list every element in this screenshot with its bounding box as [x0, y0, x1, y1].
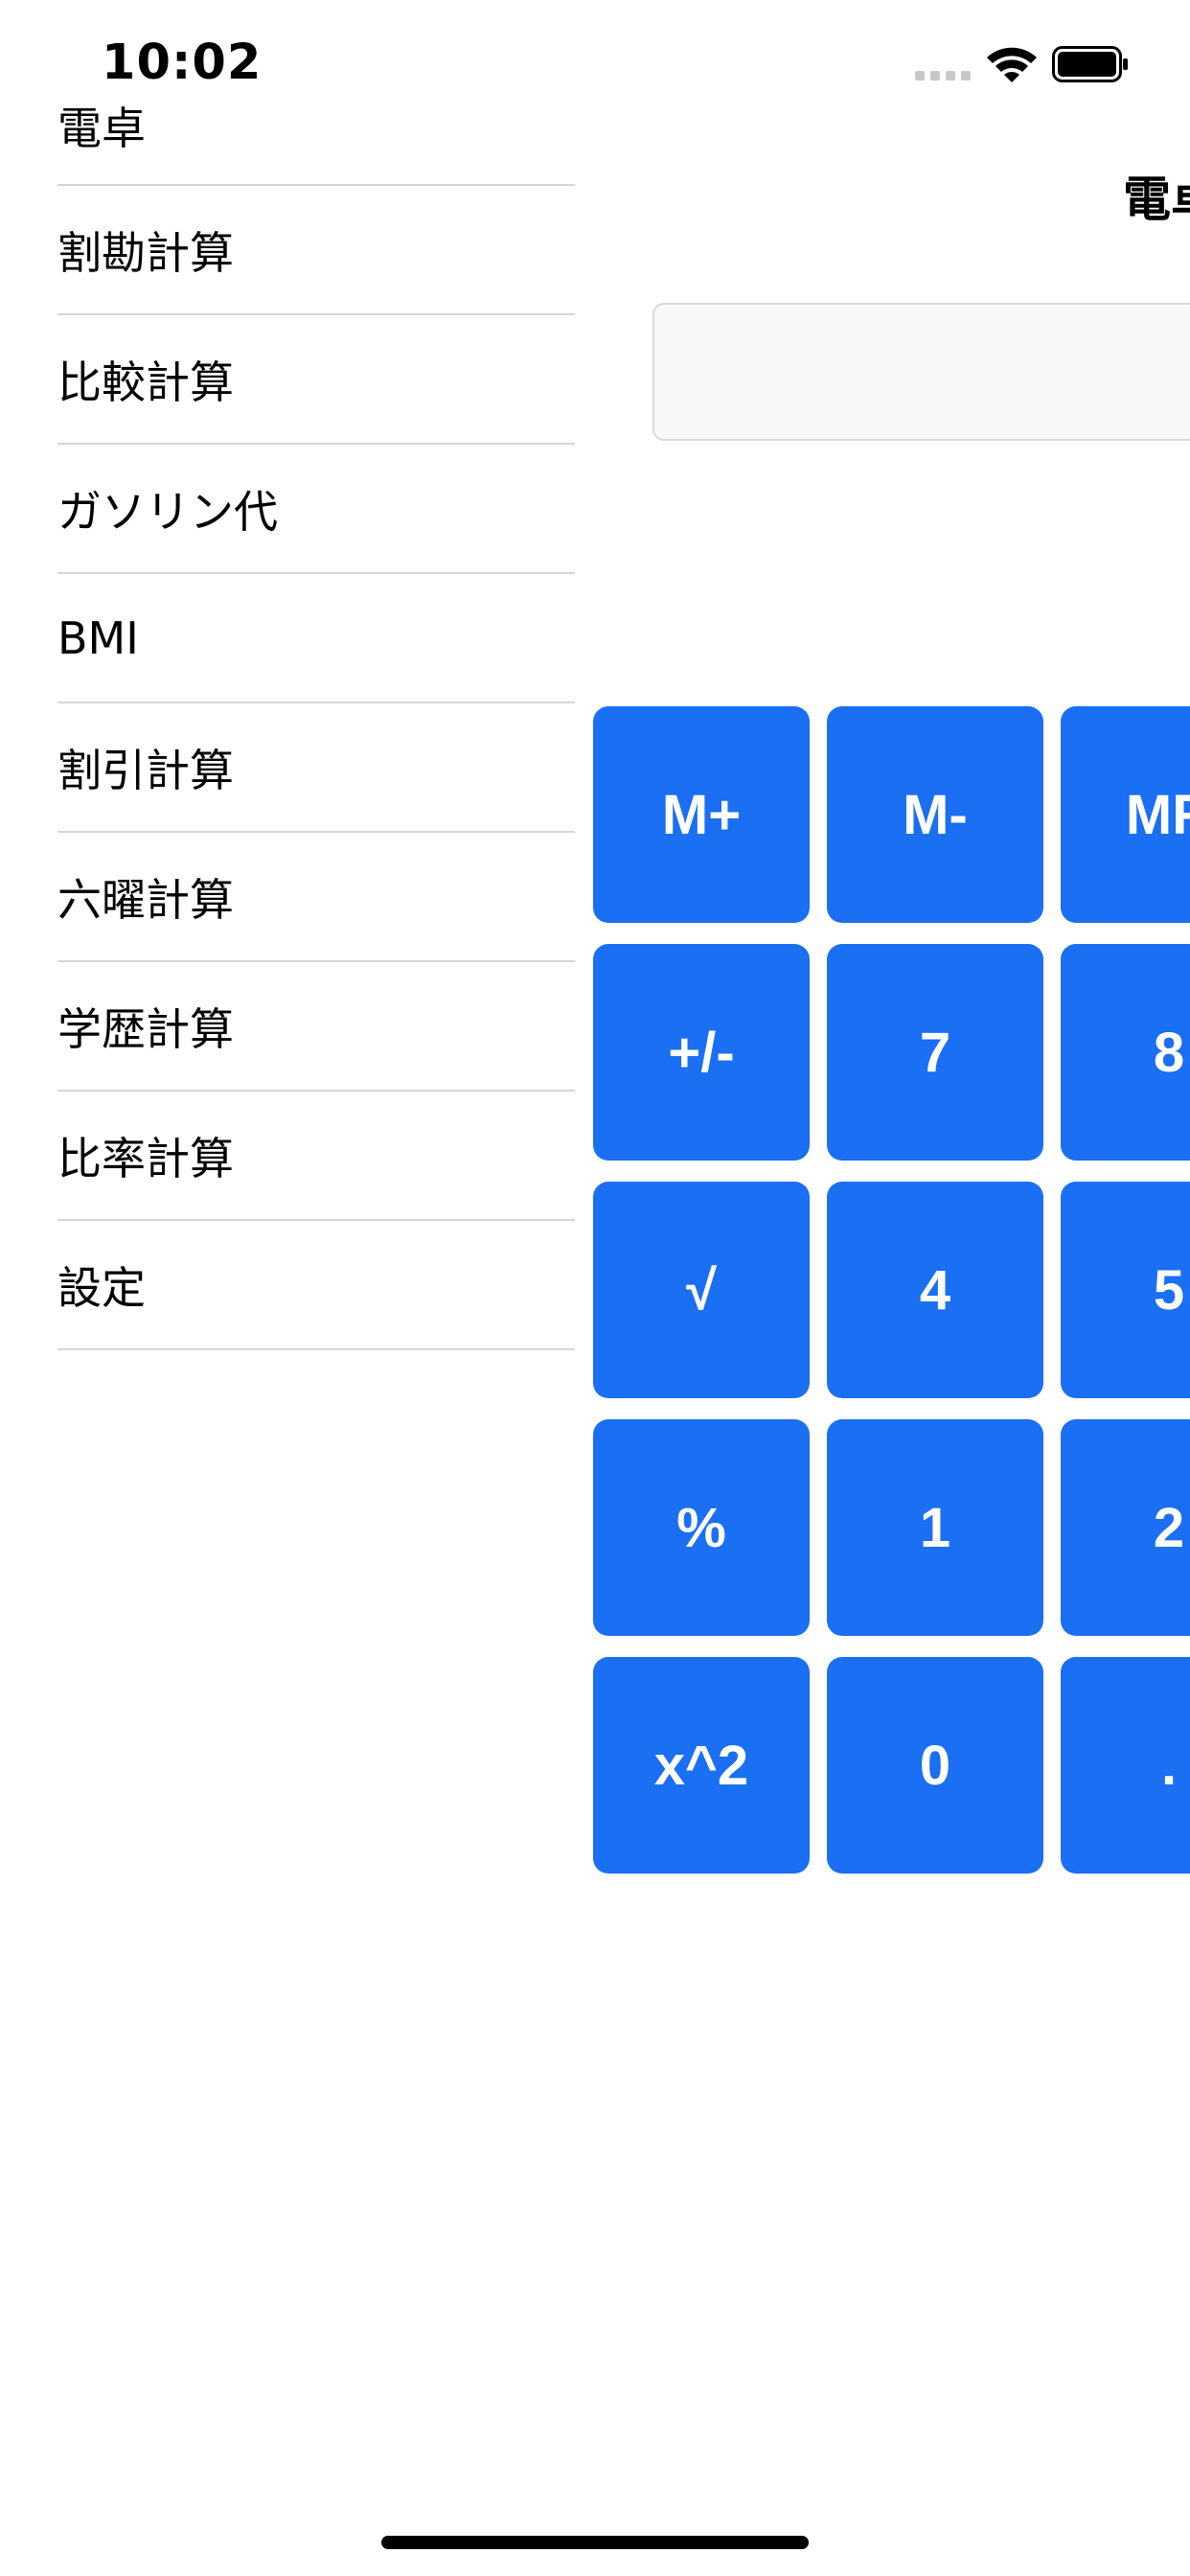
page-title: 電卓: [1123, 172, 1190, 227]
square-key[interactable]: x^2: [593, 1657, 810, 1874]
digit-1-key[interactable]: 1: [827, 1419, 1043, 1636]
home-indicator[interactable]: [381, 2536, 809, 2549]
decimal-point-key[interactable]: .: [1061, 1657, 1190, 1874]
digit-7-key[interactable]: 7: [827, 944, 1043, 1161]
cellular-signal-icon: [915, 71, 971, 80]
app-screen: 10:02 電卓 割勘計算 比較計算 ガソリン代 BMI 割引計算 六曜計算 学…: [0, 0, 1190, 2576]
side-menu: 電卓 割勘計算 比較計算 ガソリン代 BMI 割引計算 六曜計算 学歴計算 比率…: [57, 86, 575, 1350]
menu-item-gasoline-cost[interactable]: ガソリン代: [57, 445, 575, 574]
status-time: 10:02: [102, 34, 263, 91]
menu-item-split-bill[interactable]: 割勘計算: [57, 186, 575, 315]
menu-item-comparison[interactable]: 比較計算: [57, 315, 575, 445]
menu-item-education-history[interactable]: 学歴計算: [57, 962, 575, 1092]
digit-2-key[interactable]: 2: [1061, 1419, 1190, 1636]
percent-key[interactable]: %: [593, 1419, 810, 1636]
digit-4-key[interactable]: 4: [827, 1182, 1043, 1398]
digit-0-key[interactable]: 0: [827, 1657, 1043, 1874]
square-root-key[interactable]: √: [593, 1182, 810, 1398]
menu-item-calculator[interactable]: 電卓: [57, 86, 575, 186]
calculator-display[interactable]: [652, 303, 1190, 441]
memory-recall-key[interactable]: MR: [1061, 706, 1190, 923]
menu-item-settings[interactable]: 設定: [57, 1221, 575, 1350]
menu-item-rokuyo[interactable]: 六曜計算: [57, 833, 575, 962]
memory-minus-key[interactable]: M-: [827, 706, 1043, 923]
battery-icon: [1052, 46, 1128, 82]
menu-item-bmi[interactable]: BMI: [57, 574, 575, 703]
toggle-sign-key[interactable]: +/-: [593, 944, 810, 1161]
wifi-icon: [987, 47, 1037, 82]
digit-5-key[interactable]: 5: [1061, 1182, 1190, 1398]
menu-item-discount[interactable]: 割引計算: [57, 703, 575, 833]
menu-item-ratio[interactable]: 比率計算: [57, 1092, 575, 1221]
digit-8-key[interactable]: 8: [1061, 944, 1190, 1161]
memory-plus-key[interactable]: M+: [593, 706, 810, 923]
